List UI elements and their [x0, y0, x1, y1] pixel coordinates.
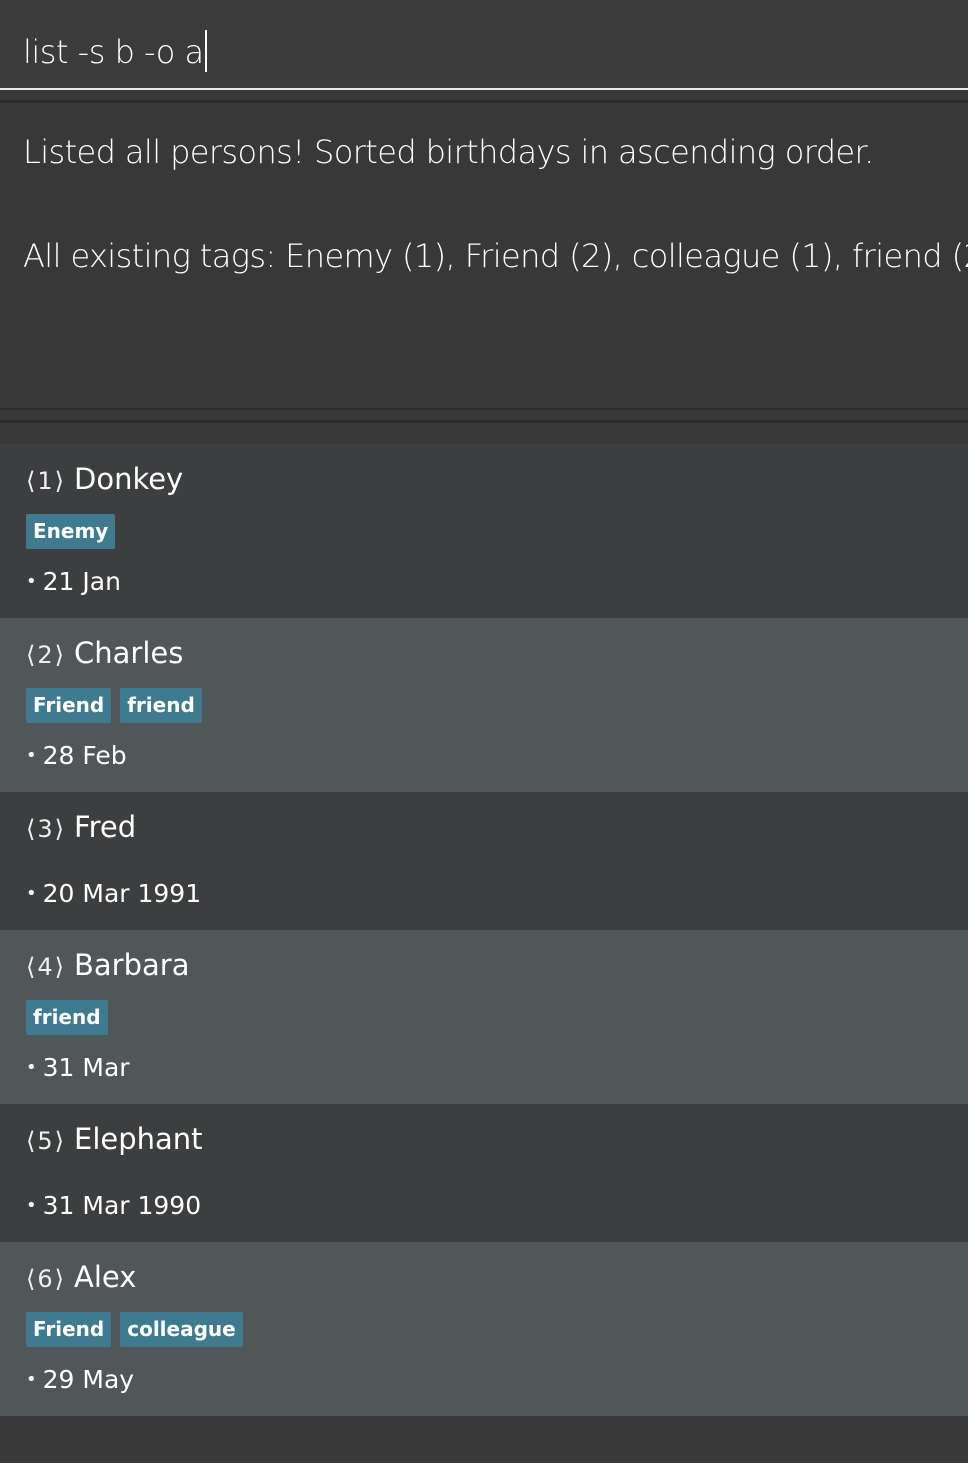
text-caret: [204, 30, 207, 72]
divider: [0, 420, 968, 423]
person-name-row: ⟨6⟩ Alex: [26, 1260, 136, 1294]
person-birthday: • 31 Mar: [26, 1053, 130, 1082]
person-index: ⟨6⟩: [26, 1265, 66, 1293]
tag-list: friend: [26, 1000, 108, 1035]
person-birthday: • 29 May: [26, 1365, 134, 1394]
birthday-text: 31 Mar: [42, 1053, 130, 1082]
tag: Friend: [26, 688, 112, 723]
person-name: Barbara: [74, 948, 190, 982]
tag-list: Friend friend: [26, 688, 202, 723]
person-name: Fred: [74, 810, 137, 844]
result-message: Listed all persons! Sorted birthdays in …: [23, 133, 874, 171]
person-card[interactable]: ⟨5⟩ Elephant • 31 Mar 1990: [0, 1104, 968, 1242]
birthday-text: 28 Feb: [42, 741, 127, 770]
birthday-text: 31 Mar 1990: [42, 1191, 202, 1220]
person-card[interactable]: ⟨4⟩ Barbara friend • 31 Mar: [0, 930, 968, 1104]
app-window: list -s b -o a Listed all persons! Sorte…: [0, 0, 968, 1463]
result-tags-summary: All existing tags: Enemy (1), Friend (2)…: [23, 237, 968, 275]
person-name-row: ⟨2⟩ Charles: [26, 636, 183, 670]
bullet-icon: •: [26, 1195, 37, 1216]
divider: [0, 408, 968, 410]
birthday-text: 20 Mar 1991: [42, 879, 202, 908]
bullet-icon: •: [26, 883, 37, 904]
tag: Enemy: [26, 514, 116, 549]
person-birthday: • 31 Mar 1990: [26, 1191, 201, 1220]
command-text: list -s b -o a: [23, 33, 204, 71]
person-name: Alex: [74, 1260, 137, 1294]
person-name-row: ⟨5⟩ Elephant: [26, 1122, 203, 1156]
person-card[interactable]: ⟨3⟩ Fred • 20 Mar 1991: [0, 792, 968, 930]
person-name: Elephant: [74, 1122, 203, 1156]
bullet-icon: •: [26, 1369, 37, 1390]
person-birthday: • 21 Jan: [26, 567, 121, 596]
birthday-text: 29 May: [42, 1365, 135, 1394]
person-list[interactable]: ⟨1⟩ Donkey Enemy • 21 Jan ⟨2⟩ Charles Frien…: [0, 444, 968, 1416]
person-card[interactable]: ⟨2⟩ Charles Friend friend • 28 Feb: [0, 618, 968, 792]
person-card[interactable]: ⟨6⟩ Alex Friend colleague • 29 May: [0, 1242, 968, 1416]
tag: friend: [120, 688, 202, 723]
person-index: ⟨2⟩: [26, 641, 66, 669]
tag-list: Friend colleague: [26, 1312, 243, 1347]
person-card[interactable]: ⟨1⟩ Donkey Enemy • 21 Jan: [0, 444, 968, 618]
person-index: ⟨3⟩: [26, 815, 66, 843]
command-box[interactable]: list -s b -o a: [0, 0, 968, 90]
tag: friend: [26, 1000, 108, 1035]
person-name-row: ⟨1⟩ Donkey: [26, 462, 183, 496]
person-name-row: ⟨4⟩ Barbara: [26, 948, 189, 982]
bullet-icon: •: [26, 1057, 37, 1078]
person-name: Charles: [74, 636, 184, 670]
person-index: ⟨1⟩: [26, 467, 66, 495]
tag-list: Enemy: [26, 514, 116, 549]
person-name: Donkey: [74, 462, 184, 496]
command-input[interactable]: list -s b -o a: [23, 30, 207, 72]
person-birthday: • 28 Feb: [26, 741, 127, 770]
person-name-row: ⟨3⟩ Fred: [26, 810, 136, 844]
tag: Friend: [26, 1312, 112, 1347]
bullet-icon: •: [26, 571, 37, 592]
person-index: ⟨4⟩: [26, 953, 66, 981]
tag: colleague: [120, 1312, 243, 1347]
person-birthday: • 20 Mar 1991: [26, 879, 201, 908]
birthday-text: 21 Jan: [42, 567, 121, 596]
divider: [0, 100, 968, 103]
person-index: ⟨5⟩: [26, 1127, 66, 1155]
bullet-icon: •: [26, 745, 37, 766]
